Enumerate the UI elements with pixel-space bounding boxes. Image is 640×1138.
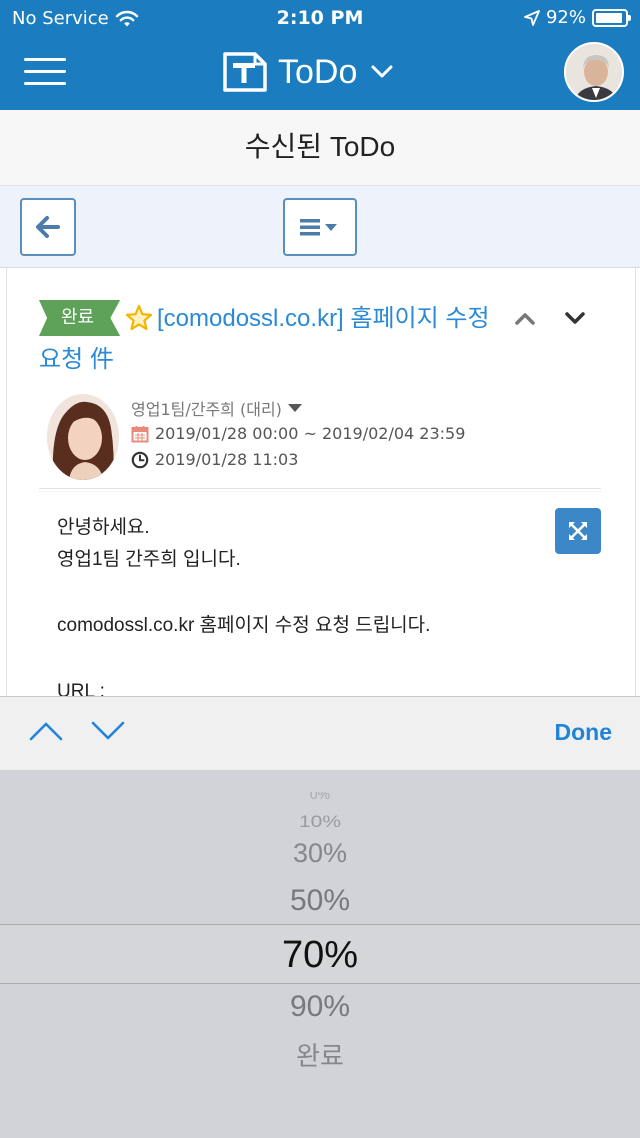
picker-option[interactable]: 10% [0,812,640,831]
app-title: ToDo [278,52,358,91]
status-right: 92% [524,7,631,28]
back-button[interactable] [20,198,76,256]
body-line: 안녕하세요. [57,517,150,538]
page-title: 수신된 ToDo [0,110,640,186]
body-line: URL : [57,681,105,696]
sender-info[interactable]: 영업1팀/간주희 (대리) [131,396,302,420]
picker-option[interactable]: 50% [0,884,640,918]
user-avatar[interactable] [564,42,624,102]
toolbar [0,186,640,268]
progress-picker[interactable]: 0% 10% 30% 50% 70% 90% 완료 [0,770,640,1138]
chevron-down-icon [371,65,393,78]
arrow-left-icon [36,216,60,238]
picker-option[interactable]: 90% [0,990,640,1024]
done-button[interactable]: Done [555,719,613,746]
content-divider [39,488,601,492]
menu-icon[interactable] [24,58,66,86]
expand-icon [569,522,587,540]
app-switcher[interactable]: ToDo [222,48,393,96]
todo-created: 2019/01/28 11:03 [155,450,299,469]
battery-percent: 92% [545,7,586,28]
picker-option[interactable]: 0% [0,792,640,802]
todo-detail-card: [comodossl.co.kr] 홈페이지 수정 요청 件 완료 영업1팀/간… [6,268,636,696]
todo-created-row: 2019/01/28 11:03 [131,450,298,469]
previous-field-icon[interactable] [28,719,64,743]
location-arrow-icon [524,9,540,26]
next-item-icon[interactable] [563,306,587,330]
app-header: No Service 2:10 PM 92% ToDo [0,0,640,110]
status-badge: 완료 [39,300,121,336]
battery-fill [596,12,622,23]
body-line: 영업1팀 간주희 입니다. [57,549,241,570]
navigation-bar: ToDo [0,36,640,110]
sender-avatar[interactable] [47,394,119,480]
clock-icon [131,451,149,468]
body-line: comodossl.co.kr 홈페이지 수정 요청 드립니다. [57,615,431,636]
picker-option-selected[interactable]: 70% [0,934,640,977]
battery-icon [592,8,631,27]
calendar-icon [131,425,149,442]
next-field-icon[interactable] [90,719,126,743]
status-bar: No Service 2:10 PM 92% [0,0,640,36]
user-portrait [566,44,622,100]
list-menu-button[interactable] [283,198,357,256]
todo-logo-icon [223,52,267,92]
picker-accessory-bar: Done [0,696,640,770]
picker-option[interactable]: 완료 [0,1036,640,1073]
todo-period: 2019/01/28 00:00 ~ 2019/02/04 23:59 [155,424,466,443]
sender-name: 영업1팀/간주희 (대리) [131,400,282,419]
todo-body: 안녕하세요. 영업1팀 간주희 입니다. comodossl.co.kr 홈페이… [57,512,430,696]
caret-down-icon [287,404,302,412]
expand-button[interactable] [555,508,601,554]
todo-period-row: 2019/01/28 00:00 ~ 2019/02/04 23:59 [131,424,465,443]
list-dropdown-icon [300,219,337,236]
previous-item-icon[interactable] [513,306,537,330]
picker-option[interactable]: 30% [0,838,640,869]
star-icon[interactable] [125,304,153,332]
sender-portrait [47,394,119,480]
